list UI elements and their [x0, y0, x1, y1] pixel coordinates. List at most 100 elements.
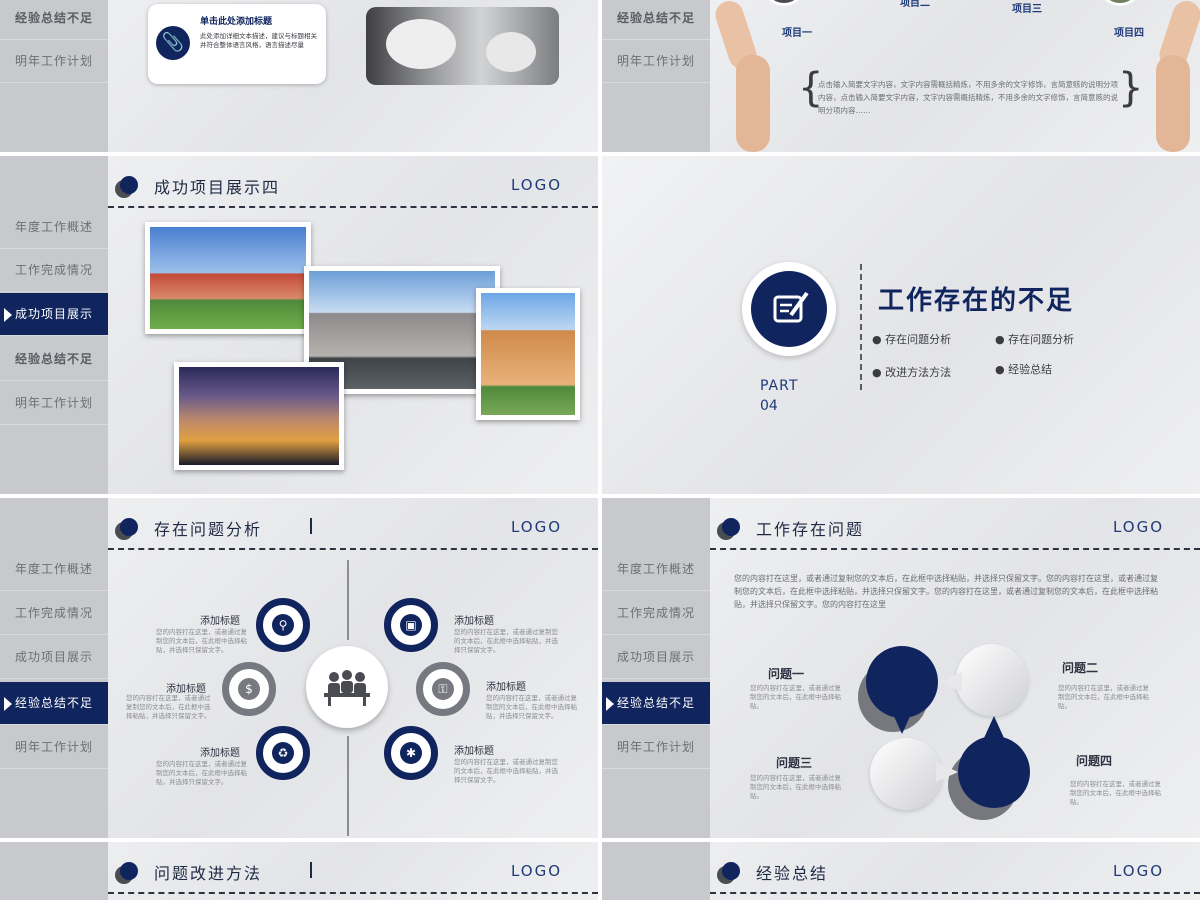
title-dot-icon [722, 862, 740, 880]
section-bullet-2: ● 存在问题分析 [995, 333, 1075, 346]
slide-sidebar: 年度工作概述 工作完成情况 成功项目展示 经验总结不足 明年工作计划 [602, 498, 710, 838]
eagle-image [366, 7, 559, 85]
issue-label-1: 问题一 [768, 667, 805, 681]
sidebar-item-next-year[interactable]: 明年工作计划 [0, 726, 108, 769]
sidebar-item-shortfalls[interactable]: 经验总结不足 [0, 338, 108, 381]
item-text-3: 您的内容打在这里，或者通过复制您的文本后，在此框中选择粘贴，并选择只保留文字。 [156, 760, 247, 786]
sidebar-item-projects[interactable]: 成功项目展示 [602, 636, 710, 679]
logo: LOGO [510, 518, 562, 536]
slide-thumbnail-projects[interactable]: 年度工作概述 工作完成情况 成功项目展示 经验总结不足 明年工作计划 成功项目展… [0, 156, 598, 494]
sidebar-item-completion[interactable]: 工作完成情况 [0, 592, 108, 635]
recycle-icon: ♻ [272, 742, 294, 764]
part-number: 04 [760, 398, 778, 414]
wrench-icon: ✱ [400, 742, 422, 764]
title-divider [108, 206, 598, 208]
project-label-3: 项目三 [1012, 4, 1042, 15]
item-label-2: 添加标题 [166, 684, 206, 695]
monitor-ring: ▣ [384, 598, 438, 652]
bullet-text: 存在问题分析 [1008, 333, 1075, 346]
grey-bubble-2 [956, 644, 1028, 716]
money-ring: $ [222, 662, 276, 716]
intro-text: 您的内容打在这里，或者通过复制您的文本后，在此框中选择粘贴，并选择只保留文字。您… [734, 574, 1158, 609]
title-card: 📎 单击此处添加标题 此处添加详细文本描述，建议与标题相关并符合整体语言风格，语… [148, 4, 326, 84]
slide-sidebar [0, 842, 108, 900]
slide-thumbnail-work-issues[interactable]: 年度工作概述 工作完成情况 成功项目展示 经验总结不足 明年工作计划 工作存在问… [602, 498, 1200, 838]
item-text-2: 您的内容打在这里，或者通过复制您的文本后，在此框中选择粘贴，并选择只保留文字。 [126, 694, 211, 720]
sidebar-item-next-year: 明年工作计划 [602, 40, 710, 83]
section-bullet-3: ● 改进方法方法 [872, 366, 952, 379]
title-cursor [310, 862, 312, 878]
item-label-6: 添加标题 [454, 746, 494, 757]
key-ring: ⚿ [416, 662, 470, 716]
sidebar-item-projects[interactable]: 成功项目展示 [0, 636, 108, 679]
issue-label-3: 问题三 [776, 756, 813, 770]
slide-thumbnail-experience[interactable]: 经验总结 LOGO [602, 842, 1200, 900]
slide-sidebar: 经验总结不足 明年工作计划 [0, 0, 108, 152]
sidebar-item-overview[interactable]: 年度工作概述 [602, 548, 710, 591]
vertical-divider [860, 264, 862, 390]
slide-sidebar: 年度工作概述 工作完成情况 成功项目展示 经验总结不足 明年工作计划 [0, 156, 108, 494]
arrow-line-bottom [347, 736, 349, 836]
sidebar-item-projects[interactable]: 成功项目展示 [0, 293, 108, 336]
project-label-2: 项目二 [900, 0, 930, 9]
project-photo-4 [1102, 0, 1138, 6]
sidebar-item-shortfalls: 经验总结不足 [0, 0, 108, 40]
slide-title: 存在问题分析 [154, 520, 263, 539]
sidebar-item-overview[interactable]: 年度工作概述 [0, 206, 108, 249]
right-hand-image [1150, 0, 1200, 152]
slide-thumbnail-problem-analysis[interactable]: 年度工作概述 工作完成情况 成功项目展示 经验总结不足 明年工作计划 存在问题分… [0, 498, 598, 838]
slide-title: 经验总结 [756, 864, 829, 883]
building-photo-3 [476, 288, 580, 420]
navy-bubble-1 [866, 646, 938, 718]
sidebar-item-shortfalls[interactable]: 经验总结不足 [0, 682, 108, 725]
navy-bubble-4-tail [984, 716, 1004, 738]
sidebar-item-overview[interactable]: 年度工作概述 [0, 548, 108, 591]
slide-thumbnail-part04[interactable]: PART 04 工作存在的不足 ● 存在问题分析 ● 存在问题分析 ● 改进方法… [602, 156, 1200, 494]
edit-document-icon [751, 271, 827, 347]
grey-bubble-3-tail [936, 762, 958, 782]
left-hand-image [711, 0, 778, 152]
issue-text-1: 您的内容打在这里，或者通过复制您的文本后，在此框中选择粘贴。 [750, 684, 841, 710]
slide-thumbnail-top-left[interactable]: 经验总结不足 明年工作计划 📎 单击此处添加标题 此处添加详细文本描述，建议与标… [0, 0, 598, 152]
item-label-5: 添加标题 [486, 682, 526, 693]
item-label-4: 添加标题 [454, 616, 494, 627]
sidebar-item-completion[interactable]: 工作完成情况 [602, 592, 710, 635]
title-divider [710, 892, 1200, 894]
sidebar-item-shortfalls[interactable]: 经验总结不足 [602, 682, 710, 725]
slide-title: 成功项目展示四 [154, 178, 281, 197]
slide-thumbnail-top-right[interactable]: 经验总结不足 明年工作计划 项目一 项目二 项目三 项目四 { } 点击输入简要… [602, 0, 1200, 152]
title-divider [108, 892, 598, 894]
arrow-line-top [347, 560, 349, 640]
logo: LOGO [510, 862, 562, 880]
recycle-ring: ♻ [256, 726, 310, 780]
logo: LOGO [1112, 518, 1164, 536]
title-dot-icon [120, 862, 138, 880]
slide-sidebar: 经验总结不足 明年工作计划 [602, 0, 710, 152]
slide-title: 工作存在问题 [756, 520, 865, 539]
logo: LOGO [510, 176, 562, 194]
section-bullet-4: ● 经验总结 [995, 363, 1053, 376]
section-title: 工作存在的不足 [878, 286, 1075, 316]
project-label-4: 项目四 [1114, 28, 1144, 39]
item-text-1: 您的内容打在这里，或者通过复制您的文本后，在此框中选择粘贴，并选择只保留文字。 [156, 628, 247, 654]
part-label: PART [760, 378, 799, 394]
title-divider [710, 548, 1200, 550]
bullet-text: 存在问题分析 [885, 333, 952, 346]
sidebar-item-completion[interactable]: 工作完成情况 [0, 249, 108, 292]
grey-bubble-2-tail [940, 672, 962, 692]
title-dot-icon [722, 518, 740, 536]
grey-bubble-3 [870, 738, 942, 810]
slide-header: 成功项目展示四 LOGO [108, 156, 598, 211]
item-text-6: 您的内容打在这里，或者通过复制您的文本后，在此框中选择粘贴，并选择只保留文字。 [454, 758, 558, 784]
slide-thumbnail-improvement[interactable]: 问题改进方法 LOGO [0, 842, 598, 900]
money-bag-icon: $ [238, 678, 260, 700]
projects-description: 点击输入简要文字内容，文字内容需概括精炼，不用多余的文字修饰，言简意赅的说明分项… [818, 80, 1118, 115]
title-cursor [310, 518, 312, 534]
tools-ring: ✱ [384, 726, 438, 780]
section-bullet-1: ● 存在问题分析 [872, 333, 952, 346]
item-label-1: 添加标题 [200, 616, 240, 627]
sidebar-item-next-year[interactable]: 明年工作计划 [602, 726, 710, 769]
sidebar-item-next-year[interactable]: 明年工作计划 [0, 382, 108, 425]
issue-text-3: 您的内容打在这里，或者通过复制您的文本后，在此框中选择粘贴。 [750, 774, 841, 800]
navy-bubble-1-tail [892, 712, 912, 734]
